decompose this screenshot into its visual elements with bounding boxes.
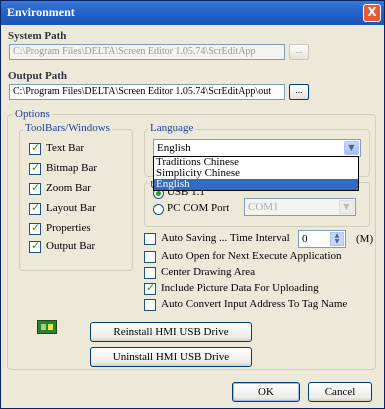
system-path-field: C:\Program Files\DELTA\Screen Editor 1.0… <box>9 44 285 60</box>
language-select[interactable]: English ▼ <box>153 139 361 157</box>
checkbox-box[interactable] <box>144 267 156 279</box>
close-icon: X <box>367 5 377 19</box>
chevron-down-icon: ▼ <box>339 200 354 214</box>
com-port-select: COM1 ▼ <box>244 198 356 216</box>
reinstall-usb-button[interactable]: Reinstall HMI USB Drive <box>90 322 252 342</box>
window-title: Environment <box>7 5 75 19</box>
com-port-value: COM1 <box>248 201 279 213</box>
language-label: Language <box>148 122 196 134</box>
checkbox-box[interactable] <box>29 161 41 175</box>
time-interval-stepper[interactable]: 0 ▲ ▼ <box>298 230 346 248</box>
output-path-label: Output Path <box>8 70 67 82</box>
checkbox-box[interactable] <box>29 201 41 215</box>
close-button[interactable]: X <box>363 4 381 22</box>
title-bar[interactable]: Environment X <box>1 1 384 25</box>
checkbox-box[interactable] <box>29 181 41 195</box>
options-label: Options <box>13 108 52 120</box>
output-path-browse-button[interactable]: ... <box>289 84 309 100</box>
toolbars-label: ToolBars/Windows <box>23 122 112 134</box>
language-option[interactable]: English <box>154 179 358 190</box>
pc-com-label: PC COM Port <box>167 202 230 214</box>
ok-button[interactable]: OK <box>232 382 300 402</box>
usb-drive-icon <box>37 320 57 334</box>
checkbox-box[interactable] <box>29 239 41 253</box>
language-selected-value: English <box>157 142 191 154</box>
system-path-label: System Path <box>8 30 67 42</box>
time-interval-value[interactable]: 0 <box>302 233 308 245</box>
output-path-field[interactable]: C:\Program Files\DELTA\Screen Editor 1.0… <box>9 84 285 100</box>
uninstall-usb-button[interactable]: Uninstall HMI USB Drive <box>90 347 252 367</box>
checkbox-box[interactable] <box>144 299 156 311</box>
time-unit-label: (M) <box>356 233 374 245</box>
pc-com-radio[interactable] <box>153 204 164 215</box>
cancel-button[interactable]: Cancel <box>308 382 372 402</box>
checkbox-box[interactable] <box>29 221 41 235</box>
system-path-browse-button: ... <box>289 44 309 60</box>
checkbox-box[interactable] <box>144 251 156 263</box>
checkbox-box[interactable] <box>144 233 156 245</box>
checkbox-box[interactable] <box>29 141 41 155</box>
environment-dialog: Environment X System Path C:\Program Fil… <box>0 0 385 409</box>
checkbox-box[interactable] <box>144 281 156 295</box>
spin-arrows-icon[interactable]: ▲ ▼ <box>330 232 344 246</box>
chevron-down-icon[interactable]: ▼ <box>344 141 359 155</box>
language-dropdown-list: Traditions Chinese Simplicity Chinese En… <box>153 156 359 191</box>
